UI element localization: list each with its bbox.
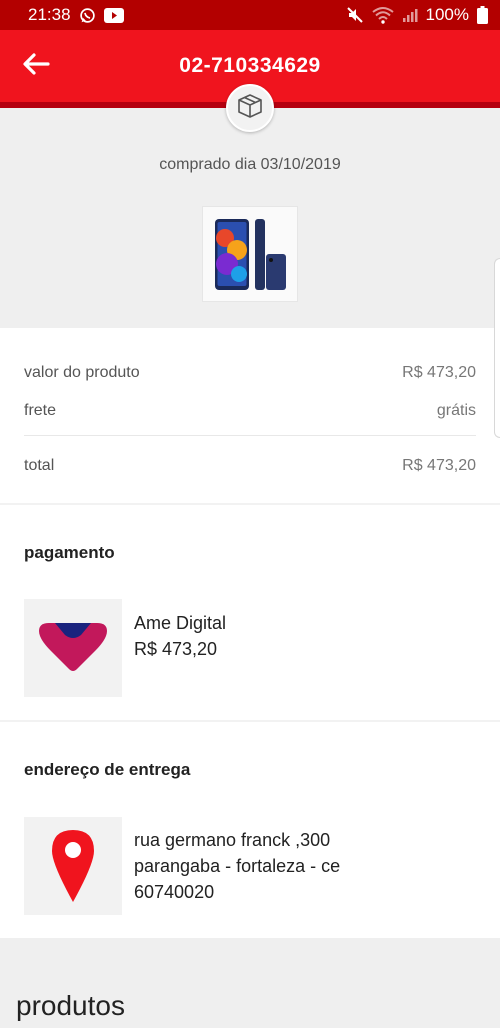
- payment-amount: R$ 473,20: [134, 639, 218, 659]
- location-box: [24, 817, 122, 915]
- shipping-label: frete: [24, 402, 57, 419]
- delivery-title: endereço de entrega: [24, 760, 191, 779]
- scroll-edge-indicator[interactable]: [494, 258, 500, 438]
- box-icon: [236, 92, 264, 125]
- battery-percentage: 100%: [425, 5, 469, 24]
- mute-icon: [346, 6, 364, 24]
- delivery-section: endereço de entrega rua germano franck ,…: [0, 722, 500, 938]
- total-label: total: [24, 457, 55, 474]
- summary-divider: [24, 435, 476, 436]
- address-line-2: parangaba - fortaleza - ce: [134, 856, 341, 876]
- back-button[interactable]: [20, 50, 52, 82]
- whatsapp-icon: [79, 7, 96, 24]
- youtube-icon: [103, 7, 124, 23]
- product-value-row: valor do produto R$ 473,20: [24, 364, 476, 382]
- signal-icon: [402, 7, 418, 23]
- shipping-row: frete grátis: [24, 402, 476, 420]
- wifi-icon: [371, 6, 394, 24]
- ame-digital-logo: [39, 623, 107, 671]
- payment-section: pagamento Ame Digital R$ 473,20: [0, 505, 500, 720]
- products-title: produtos: [16, 990, 125, 1021]
- order-number-title: 02-710334629: [179, 54, 321, 77]
- products-section: produtos: [0, 938, 500, 1028]
- payment-logo-box: [24, 599, 122, 697]
- total-row: total R$ 473,20: [24, 457, 476, 475]
- arrow-left-icon: [22, 52, 50, 81]
- order-header: comprado dia 03/10/2019: [0, 108, 500, 328]
- payment-info: Ame Digital R$ 473,20: [134, 610, 226, 662]
- status-time: 21:38: [28, 5, 71, 24]
- payment-title: pagamento: [24, 543, 115, 562]
- address-zip: 60740020: [134, 882, 215, 902]
- purchase-date: comprado dia 03/10/2019: [159, 156, 341, 173]
- location-pin-icon: [52, 830, 94, 902]
- payment-method: Ame Digital: [134, 613, 227, 633]
- total-value: R$ 473,20: [402, 457, 476, 474]
- product-value-label: valor do produto: [24, 364, 140, 381]
- battery-icon: [477, 6, 488, 24]
- product-value: R$ 473,20: [402, 364, 476, 381]
- shipping-value: grátis: [436, 402, 476, 419]
- phone-image: [215, 219, 286, 290]
- product-thumbnail[interactable]: [202, 206, 298, 302]
- address-line-1: rua germano franck ,300: [134, 830, 331, 850]
- status-bar: 21:38 100%: [0, 0, 500, 30]
- price-summary: valor do produto R$ 473,20 frete grátis …: [0, 328, 500, 503]
- package-badge: [226, 84, 274, 132]
- delivery-address: rua germano franck ,300 parangaba - fort…: [134, 827, 340, 905]
